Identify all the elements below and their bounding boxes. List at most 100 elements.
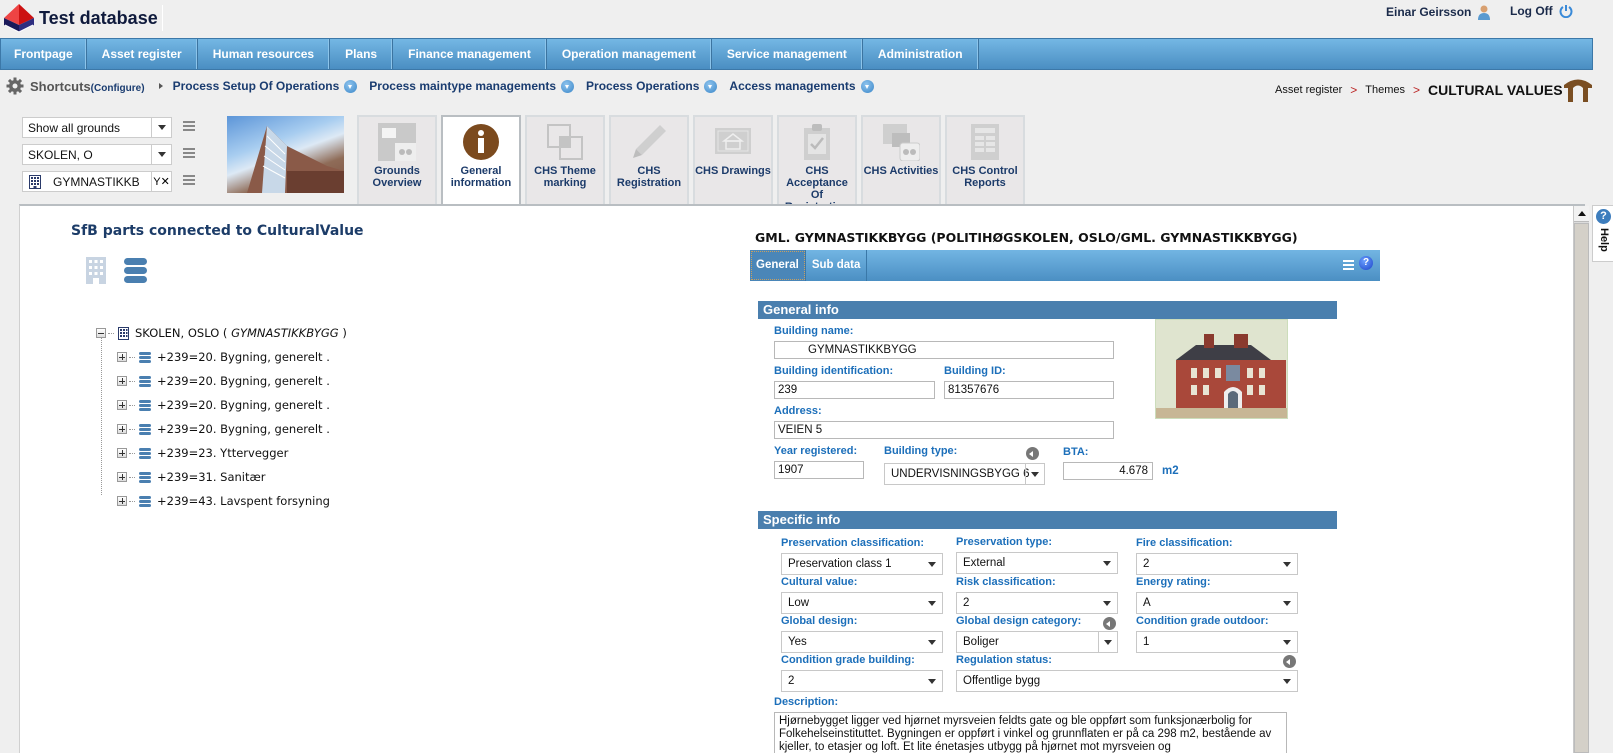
year-registered-label: Year registered: [774,445,858,457]
tab-chs-registration[interactable]: CHS Registration [609,115,689,204]
shortcuts-label: Shortcuts [30,78,91,94]
gear-icon[interactable] [6,77,24,95]
building-type-select[interactable]: UNDERVISNINGSBYGG 6 [884,463,1045,485]
arrow-down-circle-icon[interactable] [860,79,874,93]
menu-icon[interactable] [1343,260,1354,270]
energy-rating-select[interactable]: A [1136,592,1298,614]
arrow-down-circle-icon[interactable] [344,79,358,93]
address-input[interactable]: VEIEN 5 [774,421,1114,439]
preservation-classification-select[interactable]: Preservation class 1 [781,553,943,575]
description-label: Description: [774,696,839,708]
regulation-status-select[interactable]: Offentlige bygg [956,670,1298,692]
expand-icon[interactable] [117,376,127,386]
expand-icon[interactable] [117,424,127,434]
grounds-menu-icon[interactable] [183,121,195,131]
tree-node[interactable]: +239=31. Sanitær [117,465,347,489]
building-id-input[interactable]: 81357676 [944,381,1114,399]
nav-operation-management[interactable]: Operation management [547,39,712,69]
arrow-down-circle-icon[interactable] [704,79,718,93]
help-icon[interactable]: ? [1359,256,1373,270]
chevron-down-icon[interactable] [1025,464,1044,484]
database-icon [139,351,151,363]
expand-icon[interactable] [117,400,127,410]
tree-node[interactable]: +239=43. Lavspent forsyning [117,489,347,513]
shortcut-process-maintype[interactable]: Process maintype managements [369,79,575,93]
nav-frontpage[interactable]: Frontpage [1,39,87,69]
tree-node-label: +239=20. Bygning, generelt . [157,422,330,436]
breadcrumb-themes[interactable]: Themes [1365,84,1405,96]
tab-general-information[interactable]: General information [441,115,521,206]
condition-grade-outdoor-select[interactable]: 1 [1136,631,1298,653]
subtab-general[interactable]: General [750,250,806,281]
nav-service-management[interactable]: Service management [712,39,863,69]
condition-grade-building-select[interactable]: 2 [781,670,943,692]
subtab-sub-data[interactable]: Sub data [806,250,868,281]
tree-node[interactable]: +239=20. Bygning, generelt . [117,393,347,417]
address-label: Address: [774,405,822,417]
scroll-thumb[interactable] [1574,223,1589,753]
risk-classification-select[interactable]: 2 [956,592,1118,614]
description-textarea[interactable]: Hjørnebygget ligger ved hjørnet myrsveie… [774,712,1287,753]
logoff-button[interactable]: Log Off [1510,4,1573,18]
building-view-icon[interactable] [86,257,106,284]
user-name: Einar Geirsson [1386,5,1472,19]
tree-node[interactable]: +239=20. Bygning, generelt . [117,369,347,393]
breadcrumb-asset-register[interactable]: Asset register [1275,84,1342,96]
tree-node[interactable]: +239=20. Bygning, generelt . [117,417,347,441]
tree-node-label: +239=31. Sanitær [157,470,266,484]
collapse-icon[interactable] [96,328,106,338]
nav-plans[interactable]: Plans [330,39,394,69]
clear-select-icon[interactable]: Y ✕ [151,172,171,191]
info-arrow-icon[interactable] [1026,447,1039,460]
configure-shortcuts-link[interactable]: (Configure) [91,83,145,94]
tree-node[interactable]: +239=20. Bygning, generelt . [117,345,347,369]
year-registered-input[interactable]: 1907 [774,461,864,479]
tab-chs-control-reports[interactable]: CHS Control Reports [945,115,1025,204]
arrow-down-circle-icon[interactable] [561,79,575,93]
building-identification-input[interactable]: 239 [774,381,935,399]
chevron-down-icon[interactable] [151,118,171,137]
nav-administration[interactable]: Administration [863,39,979,69]
scrollbar[interactable] [1573,206,1589,753]
expand-icon[interactable] [117,496,127,506]
building-type-value: UNDERVISNINGSBYGG 6 [891,468,1030,480]
expand-icon[interactable] [117,448,127,458]
global-design-category-select[interactable]: Boliger [956,631,1118,653]
bta-input[interactable]: 4.678 [1063,462,1153,480]
tab-grounds-overview[interactable]: Grounds Overview [357,115,437,204]
shortcut-process-setup[interactable]: Process Setup Of Operations [173,79,358,93]
expand-icon[interactable] [117,352,127,362]
property-menu-icon[interactable] [183,148,195,158]
arch-icon [1564,79,1592,102]
chevron-down-icon[interactable] [151,145,171,164]
help-tab[interactable]: ? Help [1592,205,1613,262]
tab-chs-acceptance[interactable]: CHS Acceptance Of Registration [777,115,857,213]
tree-node[interactable]: +239=23. Yttervegger [117,441,347,465]
property-select[interactable]: SKOLEN, O [22,144,172,165]
shortcut-access-managements[interactable]: Access managements [729,79,874,93]
database-view-icon[interactable] [124,258,147,284]
tab-chs-activities[interactable]: CHS Activities [861,115,941,204]
tab-chs-drawings[interactable]: CHS Drawings [693,115,773,204]
grounds-select[interactable]: Show all grounds [22,117,172,138]
shortcut-process-operations[interactable]: Process Operations [586,79,718,93]
tree-root[interactable]: SKOLEN, OSLO ( GYMNASTIKKBYGG ) [96,321,347,345]
expand-icon[interactable] [117,472,127,482]
building-select[interactable]: GYMNASTIKKB Y ✕ [22,171,172,192]
building-menu-icon[interactable] [183,175,195,185]
preservation-type-select[interactable]: External [956,552,1118,574]
condition-grade-outdoor-label: Condition grade outdoor: [1136,615,1269,627]
fire-classification-select[interactable]: 2 [1136,553,1298,575]
nav-finance-management[interactable]: Finance management [393,39,547,69]
scroll-up-icon[interactable] [1574,206,1589,222]
global-design-select[interactable]: Yes [781,631,943,653]
tab-chs-theme-marking[interactable]: CHS Theme marking [525,115,605,204]
cultural-value-select[interactable]: Low [781,592,943,614]
info-arrow-icon[interactable] [1103,617,1116,630]
info-arrow-icon[interactable] [1283,655,1296,668]
user-menu[interactable]: Einar Geirsson [1386,4,1491,20]
building-name-input[interactable]: GYMNASTIKKBYGG [774,341,1114,359]
nav-human-resources[interactable]: Human resources [198,39,331,69]
chevron-down-icon[interactable] [1098,632,1117,652]
nav-asset-register[interactable]: Asset register [87,39,198,69]
